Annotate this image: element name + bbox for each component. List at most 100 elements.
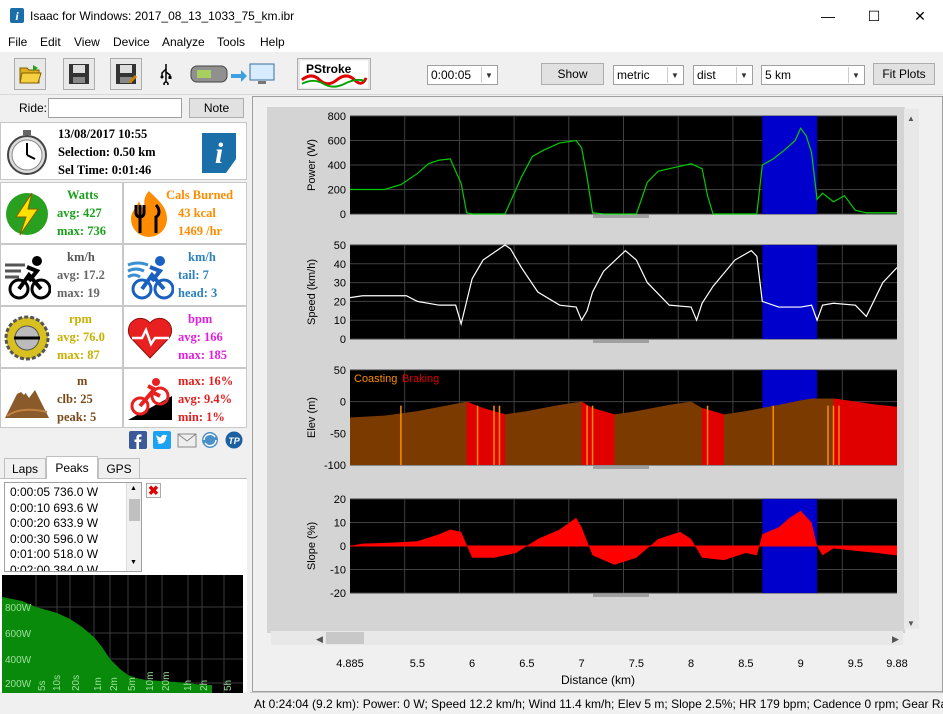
units-select[interactable]: metric ▼: [613, 65, 684, 85]
tab-laps[interactable]: Laps: [4, 458, 46, 478]
close-button[interactable]: ✕: [897, 0, 943, 32]
speed-title: km/h: [67, 250, 95, 264]
peaks-panel: 0:00:05 736.0 W 0:00:10 693.6 W 0:00:20 …: [0, 478, 247, 693]
menu-analyze[interactable]: Analyze: [162, 35, 205, 49]
tab-gps[interactable]: GPS: [98, 458, 140, 478]
floppy-disk-icon: [69, 64, 89, 84]
menu-edit[interactable]: Edit: [40, 35, 61, 49]
note-button[interactable]: Note: [189, 98, 244, 118]
x-axis-label: Distance (km): [561, 673, 635, 687]
y-tick-label: 0: [340, 334, 346, 346]
wind-title: km/h: [188, 250, 216, 264]
panel-resize-handle: [593, 466, 649, 469]
calories-tile: Cals Burned 43 kcal 1469 /hr: [123, 182, 247, 244]
braking-area: [833, 398, 897, 465]
axis-value: dist: [697, 68, 716, 82]
elevation-tile: m clb: 25 peak: 5: [0, 368, 123, 428]
horizontal-scrollbar[interactable]: [271, 631, 903, 645]
maximize-button[interactable]: ☐: [851, 0, 897, 32]
chevron-down-icon: ▼: [481, 67, 496, 83]
y-tick-label: 200: [328, 185, 346, 197]
selection-time: Sel Time: 0:01:46: [58, 163, 152, 177]
list-item[interactable]: 0:00:30 596.0 W: [10, 532, 98, 548]
ride-charts[interactable]: 0200400600800Power (W)01020304050Speed (…: [253, 97, 942, 691]
cadence-max: max: 87: [57, 348, 100, 362]
peak-power-curve: 800W 600W 400W 200W 5s 10s 20s 1m 2m 5m …: [2, 575, 243, 693]
delete-peak-button[interactable]: ✖: [146, 483, 161, 498]
peak-x-tick: 1h: [183, 680, 194, 691]
list-item[interactable]: 0:02:00 384.0 W: [10, 563, 98, 572]
share-icons: TP: [129, 431, 245, 451]
window-title: Isaac for Windows: 2017_08_13_1033_75_km…: [30, 9, 295, 23]
peaks-list[interactable]: 0:00:05 736.0 W 0:00:10 693.6 W 0:00:20 …: [4, 482, 142, 572]
sync-globe-icon[interactable]: [201, 431, 219, 449]
vertical-scrollbar[interactable]: [904, 109, 919, 629]
floppy-disk-pencil-icon: [116, 64, 137, 84]
status-bar: At 0:24:04 (9.2 km): Power: 0 W; Speed 1…: [250, 692, 943, 714]
scroll-down-icon[interactable]: ▼: [130, 559, 137, 566]
scroll-left-icon[interactable]: ◀: [316, 634, 323, 644]
chevron-down-icon: ▼: [667, 67, 682, 83]
y-tick-label: 10: [334, 518, 346, 530]
peak-x-tick: 5s: [37, 680, 48, 691]
stopwatch-icon: [7, 130, 47, 175]
list-item[interactable]: 0:00:10 693.6 W: [10, 501, 98, 517]
range-select[interactable]: 5 km ▼: [761, 65, 865, 85]
scroll-up-icon[interactable]: ▲: [130, 485, 137, 492]
ride-input[interactable]: [48, 98, 182, 118]
heart-icon: [127, 317, 173, 359]
email-icon[interactable]: [177, 431, 197, 449]
save-button[interactable]: [63, 58, 95, 90]
menu-file[interactable]: File: [8, 35, 27, 49]
speed-avg: avg: 17.2: [57, 268, 105, 282]
cadence-tile: rpm avg: 76.0 max: 87: [0, 306, 123, 368]
peak-y-tick: 200W: [5, 679, 32, 690]
menu-view[interactable]: View: [74, 35, 100, 49]
fit-plots-button[interactable]: Fit Plots: [873, 63, 935, 85]
menu-device[interactable]: Device: [113, 35, 150, 49]
pstroke-label: PStroke: [306, 62, 352, 76]
y-tick-label: 10: [334, 315, 346, 327]
peaks-list-scrollbar[interactable]: ▲ ▼: [126, 483, 141, 571]
axis-select[interactable]: dist ▼: [693, 65, 753, 85]
cyclist-wind-icon: [127, 256, 174, 300]
save-as-button[interactable]: [110, 58, 142, 90]
cals-title: Cals Burned: [166, 188, 234, 202]
device-to-pc-button[interactable]: [188, 60, 278, 88]
peak-x-tick: 1m: [93, 677, 104, 691]
wind-head: head: 3: [178, 286, 218, 300]
horizontal-scroll-thumb[interactable]: [326, 632, 364, 644]
facebook-icon[interactable]: [129, 431, 147, 449]
peak-y-tick: 400W: [5, 655, 32, 666]
scroll-thumb[interactable]: [129, 499, 140, 521]
watts-title: Watts: [67, 188, 99, 202]
interval-select[interactable]: 0:00:05 ▼: [427, 65, 498, 85]
selection-band: [762, 245, 818, 339]
trainingpeaks-icon[interactable]: TP: [225, 431, 243, 449]
menu-help[interactable]: Help: [260, 35, 285, 49]
grade-tile: max: 16% avg: 9.4% min: 1%: [123, 368, 247, 428]
tab-peaks[interactable]: Peaks: [46, 456, 98, 479]
open-button[interactable]: [14, 58, 46, 90]
pstroke-button[interactable]: PStroke: [297, 58, 371, 90]
panel-resize-handle: [593, 594, 649, 597]
speed-y-axis-label: Speed (km/h): [306, 259, 318, 325]
panel-resize-handle: [593, 215, 649, 218]
minimize-button[interactable]: —: [805, 0, 851, 32]
show-button[interactable]: Show: [541, 63, 604, 85]
y-tick-label: -50: [330, 428, 346, 440]
peak-x-tick: 10s: [52, 675, 63, 691]
scroll-down-icon[interactable]: ▼: [907, 619, 915, 628]
list-item[interactable]: 0:01:00 518.0 W: [10, 547, 98, 563]
x-tick-label: 8: [688, 658, 694, 670]
scroll-up-icon[interactable]: ▲: [907, 114, 915, 123]
x-tick-label: 9: [798, 658, 804, 670]
list-item[interactable]: 0:00:05 736.0 W: [10, 485, 98, 501]
x-tick-label: 8.5: [738, 658, 753, 670]
usb-icon[interactable]: [158, 63, 174, 87]
y-tick-label: 400: [328, 160, 346, 172]
menu-tools[interactable]: Tools: [217, 35, 245, 49]
list-item[interactable]: 0:00:20 633.9 W: [10, 516, 98, 532]
scroll-right-icon[interactable]: ▶: [892, 634, 899, 644]
twitter-icon[interactable]: [153, 431, 171, 449]
